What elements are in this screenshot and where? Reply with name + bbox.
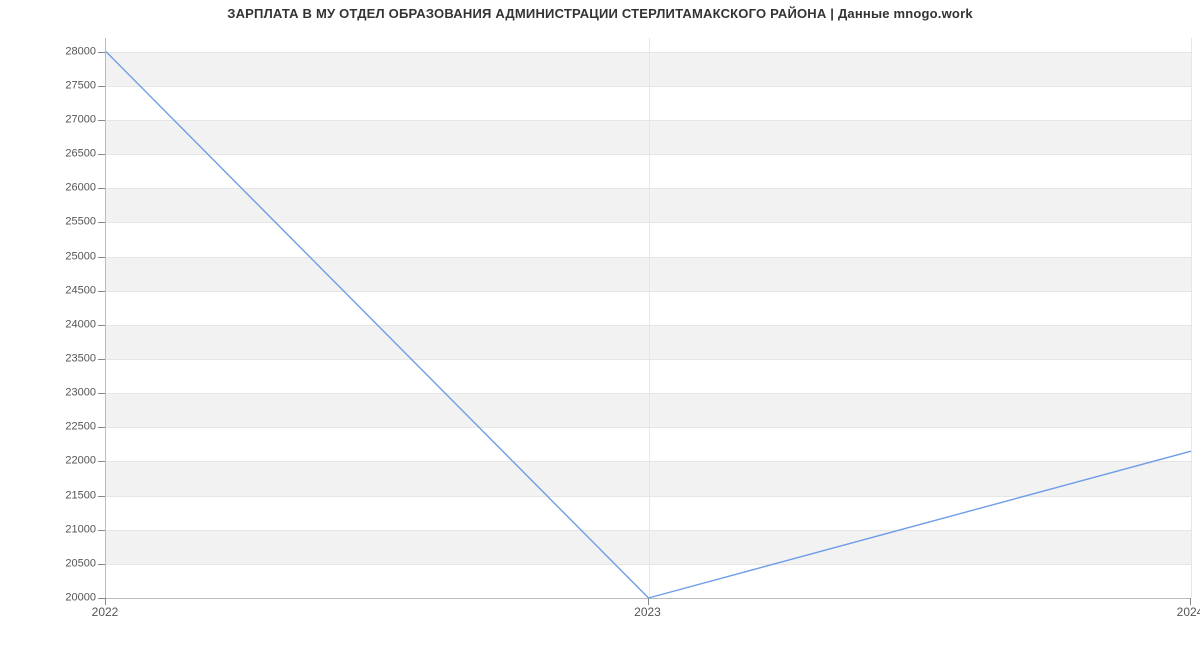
x-tick-label: 2022 [92,605,119,619]
y-tick-label: 21500 [6,490,96,501]
gridline [1191,38,1192,598]
y-tick [98,393,105,394]
y-tick-label: 26000 [6,183,96,194]
y-tick [98,154,105,155]
y-tick [98,257,105,258]
x-tick-label: 2024 [1177,605,1200,619]
y-tick [98,325,105,326]
y-tick-label: 20500 [6,558,96,569]
y-tick-label: 21000 [6,524,96,535]
y-tick [98,291,105,292]
y-tick-label: 26500 [6,149,96,160]
y-tick-label: 27500 [6,80,96,91]
y-tick-label: 27000 [6,114,96,125]
y-tick-label: 23000 [6,388,96,399]
series-line [106,52,1191,598]
y-tick [98,86,105,87]
y-tick [98,530,105,531]
y-tick-label: 23500 [6,353,96,364]
y-tick [98,496,105,497]
y-tick [98,564,105,565]
chart-title: ЗАРПЛАТА В МУ ОТДЕЛ ОБРАЗОВАНИЯ АДМИНИСТ… [0,6,1200,21]
y-tick [98,52,105,53]
y-tick-label: 22500 [6,422,96,433]
x-tick [105,598,106,605]
y-tick [98,461,105,462]
y-tick [98,359,105,360]
y-tick [98,427,105,428]
x-tick [648,598,649,605]
y-tick-label: 24000 [6,319,96,330]
y-tick [98,598,105,599]
y-tick [98,222,105,223]
x-tick-label: 2023 [634,605,661,619]
y-tick-label: 20000 [6,593,96,604]
y-tick [98,188,105,189]
line-series [106,38,1191,598]
plot-area [105,38,1191,599]
y-tick-label: 25500 [6,217,96,228]
chart-container: ЗАРПЛАТА В МУ ОТДЕЛ ОБРАЗОВАНИЯ АДМИНИСТ… [0,0,1200,650]
y-tick-label: 24500 [6,285,96,296]
y-tick-label: 22000 [6,456,96,467]
y-tick-label: 28000 [6,46,96,57]
x-tick [1190,598,1191,605]
y-tick [98,120,105,121]
y-tick-label: 25000 [6,251,96,262]
